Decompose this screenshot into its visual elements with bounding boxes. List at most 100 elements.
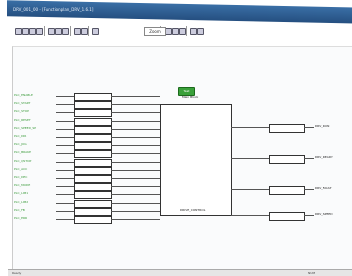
output-wire [304,158,314,159]
signal-wire [56,120,74,122]
cut-icon[interactable] [48,28,55,35]
input-block[interactable] [74,109,112,118]
undo-icon[interactable] [74,28,81,35]
input-signal-label: PLC_STOP [14,109,29,114]
input-signal-label: PLC_ENABLE [14,93,33,97]
signal-wire [56,186,74,188]
signal-wire [56,219,74,220]
signal-wire [111,219,160,220]
output-wire [304,189,314,190]
input-block[interactable] [74,166,112,175]
signal-wire [56,128,74,130]
input-signal-label: PLC_LIM2 [14,199,29,204]
input-signal-label: PLC_START [14,101,31,106]
zoom-in-icon[interactable] [165,28,172,35]
toolbar-separator [70,26,71,36]
output-wire [304,127,314,128]
main-block-label: Main Block [182,95,199,99]
help-icon[interactable] [197,28,204,35]
print-icon[interactable] [36,28,43,35]
output-block[interactable] [269,155,305,164]
signal-wire [56,153,74,155]
signal-wire [56,104,74,106]
find-icon[interactable] [92,28,99,35]
input-signal-label: PLC_ACC [14,166,28,171]
input-signal-label: PLC_SPEED_SP [14,125,37,130]
input-block[interactable] [74,216,112,224]
input-block[interactable] [74,175,112,183]
main-function-block[interactable] [160,104,232,216]
status-left: Ready [12,271,22,275]
window-title: DRV_001_00 - [Functionplan_DRV_1.6.1] [13,7,94,12]
input-signal-label: PLC_RESET [14,117,31,122]
copy-icon[interactable] [55,28,62,35]
open-icon[interactable] [22,28,29,35]
input-block[interactable] [74,125,112,134]
output-wire [231,215,269,216]
signal-wire [111,153,160,155]
input-signal-label: PLC_MODE [14,183,31,188]
output-signal-label: DRV_SPEED [315,212,333,216]
input-block[interactable] [74,199,112,208]
signal-wire [111,104,160,106]
signal-wire [111,128,160,130]
settings-icon[interactable] [190,28,197,35]
signal-wire [111,112,160,114]
output-signal-label: DRV_FAULT [315,186,332,190]
input-block[interactable] [74,183,112,192]
input-block[interactable] [74,207,112,216]
output-wire [231,127,269,128]
grid-icon[interactable] [179,28,186,35]
output-wire [231,158,269,159]
toolbar-separator [88,26,89,36]
input-signal-label: PLC_FB [14,207,25,212]
input-signal-label: PLC_LIM1 [14,191,29,196]
title-bar [7,0,352,24]
output-block[interactable] [269,212,305,221]
toolbar-separator [186,26,187,36]
output-signal-label: DRV_RUN [315,124,330,128]
input-block[interactable] [74,158,112,167]
input-block[interactable] [74,101,112,110]
input-block[interactable] [74,142,112,151]
input-signal-label: PLC_ERR [14,216,28,220]
signal-wire [111,145,160,147]
input-signal-label: PLC_BRAKE [14,150,32,155]
redo-icon[interactable] [81,28,88,35]
signal-wire [56,194,74,196]
input-signal-label: PLC_DIR [14,134,27,138]
signal-wire [111,202,160,204]
signal-wire [56,112,74,114]
input-block[interactable] [74,191,112,200]
signal-wire [111,120,160,122]
signal-wire [111,169,160,171]
new-icon[interactable] [15,28,22,35]
signal-wire [56,96,74,97]
input-signal-label: PLC_DEC [14,175,28,179]
signal-wire [111,186,160,188]
input-signal-label: PLC_JOG [14,142,27,147]
status-right: NUM [308,271,316,275]
toolbar-separator [44,26,45,36]
main-block-name: DRIVE_CONTROL [180,208,206,212]
signal-wire [56,161,74,163]
input-block[interactable] [74,150,112,159]
output-wire [304,215,314,216]
zoom-select[interactable]: Zoom [144,27,166,36]
signal-wire [111,210,160,212]
signal-wire [111,194,160,196]
paste-icon[interactable] [62,28,69,35]
save-icon[interactable] [29,28,36,35]
signal-wire [111,178,160,179]
input-block[interactable] [74,93,112,101]
output-signal-label: DRV_READY [315,155,333,159]
signal-wire [56,210,74,212]
signal-wire [56,145,74,147]
output-block[interactable] [269,124,305,133]
signal-wire [56,169,74,171]
input-block[interactable] [74,117,112,126]
signal-wire [56,178,74,179]
output-block[interactable] [269,186,305,195]
input-block[interactable] [74,134,112,142]
zoom-out-icon[interactable] [172,28,179,35]
